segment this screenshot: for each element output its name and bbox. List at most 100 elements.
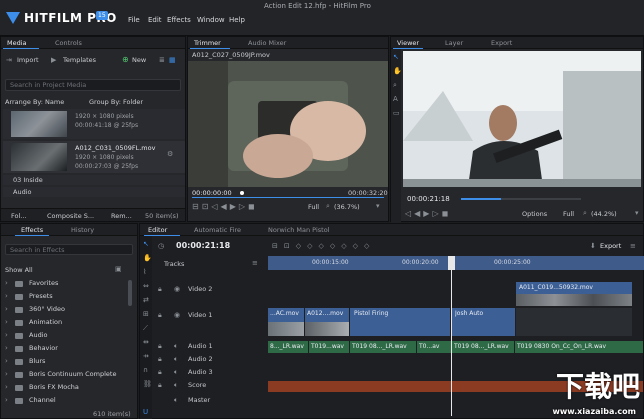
list-item[interactable]: › Boris Continuum Complete: [1, 369, 137, 381]
timeline-clip[interactable]: A012....mov: [305, 308, 349, 336]
tab-layer[interactable]: Layer: [445, 39, 463, 47]
lock-icon[interactable]: 🔒︎: [158, 368, 162, 377]
menu-help[interactable]: Help: [229, 16, 245, 24]
tab-media[interactable]: Media: [7, 39, 27, 47]
timeline-clip[interactable]: T019 0830 On_Cc_On_LR.wav: [515, 341, 643, 353]
visibility-icon[interactable]: ◉: [174, 311, 180, 319]
menu-edit[interactable]: Edit: [148, 16, 162, 24]
speaker-icon[interactable]: 🔈︎: [174, 355, 178, 364]
playhead-handle[interactable]: [448, 256, 455, 270]
timeline-clip[interactable]: A011_C019...50932.mov: [516, 282, 632, 306]
timeline-clip[interactable]: T0...av: [417, 341, 451, 353]
lock-icon[interactable]: 🔒︎: [158, 355, 162, 364]
effects-show-dropdown[interactable]: Show All: [5, 266, 33, 274]
list-item[interactable]: › Blurs: [1, 356, 137, 368]
timeline-clip[interactable]: Josh Auto: [451, 308, 515, 336]
timeline-clip[interactable]: 8..._LR.wav: [268, 341, 308, 353]
slip-tool-icon[interactable]: ⇔: [143, 282, 149, 290]
timeline-controls[interactable]: ⊟⊡◇◇◇◇◇◇◇: [272, 242, 375, 250]
media-search-input[interactable]: Search in Project Media: [5, 79, 181, 91]
ripple-tool-icon[interactable]: ⊞: [143, 310, 149, 318]
group-by-dropdown[interactable]: Group By: Folder: [89, 98, 143, 106]
timeline-clip[interactable]: T019 08..._LR.wav: [452, 341, 514, 353]
tab-automatic-fire[interactable]: Automatic Fire: [194, 226, 241, 234]
timeline-clip[interactable]: Pistol Firing: [350, 308, 450, 336]
select-tool-icon[interactable]: ↖: [393, 53, 399, 61]
list-item[interactable]: › Behavior: [1, 343, 137, 355]
magnet-icon[interactable]: ∩: [143, 366, 148, 374]
list-item[interactable]: › Audio: [1, 330, 137, 342]
hand-tool-icon[interactable]: ✋: [143, 254, 152, 262]
import-button[interactable]: Import: [17, 56, 39, 64]
media-item[interactable]: 1920 × 1080 pixels 00:00:41:18 @ 25fps: [3, 109, 185, 139]
tab-norwich-man-pistol[interactable]: Norwich Man Pistol: [268, 226, 329, 234]
grid-view-icon[interactable]: ▦: [169, 56, 176, 64]
timeline-clip[interactable]: T019...wav: [309, 341, 349, 353]
tab-export[interactable]: Export: [491, 39, 512, 47]
tab-trimmer[interactable]: Trimmer: [194, 39, 221, 47]
menu-file[interactable]: File: [128, 16, 140, 24]
razor-tool-icon[interactable]: ⌇: [143, 268, 146, 276]
tracks-menu-icon[interactable]: ≡: [252, 259, 258, 267]
tab-effects[interactable]: Effects: [21, 226, 43, 234]
viewer-quality-dropdown[interactable]: Full: [563, 210, 574, 218]
media-item[interactable]: A012_C031_0509FL.mov 1920 × 1080 pixels …: [3, 141, 185, 173]
trimmer-transport-controls[interactable]: ⊟⊡◁◀▶▷◼: [192, 202, 258, 211]
visibility-icon[interactable]: ◉: [174, 285, 180, 293]
folder-row[interactable]: Audio: [3, 187, 185, 197]
lock-icon[interactable]: 🔒︎: [158, 342, 162, 351]
select-tool-icon[interactable]: ↖: [143, 240, 149, 248]
effects-scrollbar[interactable]: [128, 280, 132, 306]
folder-row[interactable]: 03 Inside: [3, 175, 185, 185]
slide-tool-icon[interactable]: ⇄: [143, 296, 149, 304]
rate-tool-icon[interactable]: ⟋: [143, 324, 148, 333]
timeline-clip[interactable]: T019 08..._LR.wav: [350, 341, 416, 353]
list-item[interactable]: › Channel: [1, 395, 137, 407]
trimmer-menu-icon[interactable]: ▾: [376, 202, 380, 210]
menu-effects[interactable]: Effects: [167, 16, 191, 24]
tab-controls[interactable]: Controls: [55, 39, 82, 47]
list-item[interactable]: › Animation: [1, 317, 137, 329]
lock-icon[interactable]: 🔒︎: [158, 285, 162, 294]
remove-button[interactable]: Rem...: [111, 212, 132, 220]
link-icon[interactable]: ⛓: [143, 380, 152, 388]
speaker-icon[interactable]: 🔈︎: [174, 368, 178, 377]
export-button[interactable]: Export: [600, 242, 621, 250]
viewer-menu-icon[interactable]: ▾: [635, 209, 639, 217]
list-view-icon[interactable]: ≣: [159, 56, 165, 64]
gear-icon[interactable]: ⚙: [167, 150, 173, 158]
zoom-icon[interactable]: ⌕: [326, 202, 330, 211]
new-composite-button[interactable]: Composite S...: [47, 212, 94, 220]
timeline-clip[interactable]: ...AC.mov: [268, 308, 304, 336]
templates-button[interactable]: Templates: [63, 56, 96, 64]
tab-history[interactable]: History: [71, 226, 94, 234]
zoom-tool-icon[interactable]: ⌕: [393, 81, 397, 90]
text-tool-icon[interactable]: A: [393, 95, 398, 103]
hand-tool-icon[interactable]: ✋: [393, 67, 402, 75]
track-select-icon[interactable]: ⇸: [143, 352, 149, 360]
speaker-icon[interactable]: 🔈︎: [174, 381, 178, 390]
zoom-icon[interactable]: ⌕: [583, 209, 587, 218]
arrange-by-dropdown[interactable]: Arrange By: Name: [5, 98, 64, 106]
lock-icon[interactable]: 🔒︎: [158, 381, 162, 390]
menu-window[interactable]: Window: [197, 16, 225, 24]
timeline-ruler[interactable]: 00:00:15:00 00:00:20:00 00:00:25:00: [268, 256, 644, 270]
editor-menu-icon[interactable]: ≡: [630, 242, 636, 250]
tab-editor[interactable]: Editor: [148, 226, 167, 234]
viewer-options-dropdown[interactable]: Options: [522, 210, 547, 218]
snap-icon[interactable]: U: [143, 408, 148, 416]
list-item[interactable]: › Boris FX Mocha: [1, 382, 137, 394]
roll-tool-icon[interactable]: ⇹: [143, 338, 149, 346]
new-button[interactable]: New: [132, 56, 146, 64]
timeline-playhead[interactable]: [451, 256, 452, 416]
speaker-icon[interactable]: 🔈︎: [174, 342, 178, 351]
effects-folder-icon[interactable]: ▣: [115, 265, 122, 273]
tab-audio-mixer[interactable]: Audio Mixer: [248, 39, 286, 47]
trimmer-zoom-mode[interactable]: Full: [308, 203, 319, 211]
viewer-transport-controls[interactable]: ◁◀▶▷◼: [405, 209, 451, 218]
tab-viewer[interactable]: Viewer: [397, 39, 419, 47]
new-folder-button[interactable]: Fol...: [11, 212, 27, 220]
trimmer-scrub-handle[interactable]: [240, 191, 244, 195]
list-item[interactable]: › Favorites: [1, 278, 137, 290]
list-item[interactable]: › 360° Video: [1, 304, 137, 316]
